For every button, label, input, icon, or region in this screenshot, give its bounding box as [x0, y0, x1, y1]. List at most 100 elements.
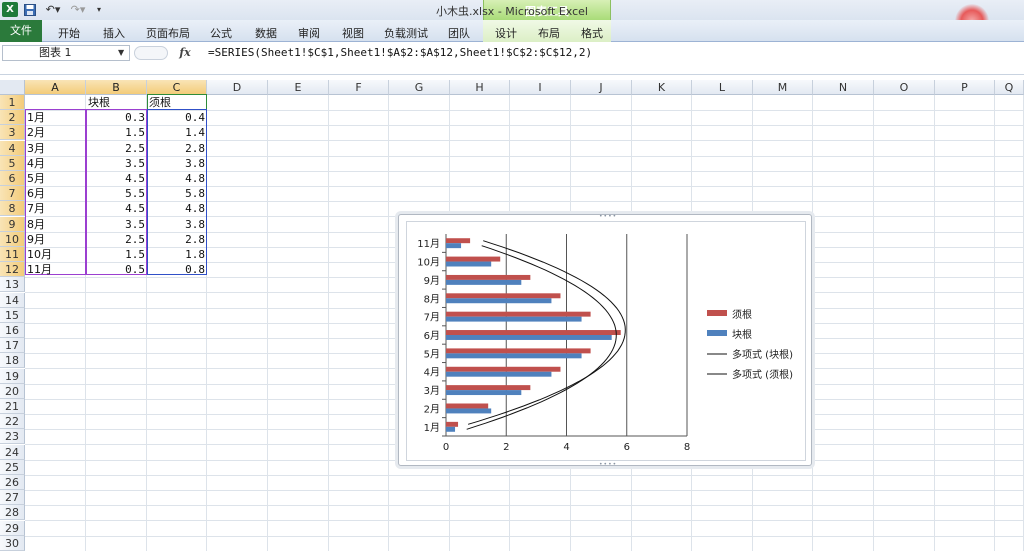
tab-layout[interactable]: 布局 [538, 25, 560, 41]
column-header-c[interactable]: C [147, 80, 207, 95]
column-header-k[interactable]: K [632, 80, 692, 95]
cell-b1[interactable]: 块根 [88, 95, 110, 110]
cell-c11[interactable]: 1.8 [147, 247, 207, 262]
row-header-19[interactable]: 19 [0, 368, 25, 384]
column-header-q[interactable]: Q [995, 80, 1024, 95]
cell-b12[interactable]: 0.5 [86, 262, 147, 277]
cell-b8[interactable]: 4.5 [86, 201, 147, 216]
cell-a5[interactable]: 4月 [27, 156, 84, 171]
column-header-o[interactable]: O [874, 80, 935, 95]
resize-handle-top[interactable]: •••• [599, 213, 617, 220]
tab-home[interactable]: 开始 [58, 25, 80, 41]
cell-c9[interactable]: 3.8 [147, 217, 207, 232]
row-header-13[interactable]: 13 [0, 277, 25, 293]
row-header-29[interactable]: 29 [0, 520, 25, 536]
row-header-27[interactable]: 27 [0, 490, 25, 506]
insert-function-button[interactable]: fx [176, 45, 194, 61]
cell-a4[interactable]: 3月 [27, 141, 84, 156]
cell-a7[interactable]: 6月 [27, 186, 84, 201]
tab-insert[interactable]: 插入 [103, 25, 125, 41]
select-all-button[interactable] [0, 80, 25, 95]
row-header-25[interactable]: 25 [0, 459, 25, 475]
row-header-4[interactable]: 4 [0, 140, 25, 156]
tab-review[interactable]: 审阅 [298, 25, 320, 41]
cell-c5[interactable]: 3.8 [147, 156, 207, 171]
row-header-3[interactable]: 3 [0, 125, 25, 141]
row-header-20[interactable]: 20 [0, 383, 25, 399]
bar-chart[interactable]: 0 2 4 6 8 1月 2月 3月 4月 5月 6月 7月 8月 9月 10月 11月须根块根多项式 (块根… [407, 222, 805, 460]
row-header-12[interactable]: 12 [0, 262, 25, 278]
tab-data[interactable]: 数据 [255, 25, 277, 41]
row-header-24[interactable]: 24 [0, 444, 25, 460]
column-header-m[interactable]: M [753, 80, 813, 95]
cell-a12[interactable]: 11月 [27, 262, 84, 277]
row-header-28[interactable]: 28 [0, 505, 25, 521]
column-header-g[interactable]: G [389, 80, 450, 95]
cell-c3[interactable]: 1.4 [147, 125, 207, 140]
chart-object[interactable]: •••• •••• 0 2 4 6 8 1月 2月 3月 4月 5月 6月 7月 8月 9月 10月 11月须… [398, 213, 812, 468]
column-header-f[interactable]: F [329, 80, 389, 95]
cell-b10[interactable]: 2.5 [86, 232, 147, 247]
cell-b6[interactable]: 4.5 [86, 171, 147, 186]
column-header-h[interactable]: H [450, 80, 510, 95]
chevron-down-icon[interactable]: ▼ [118, 46, 128, 60]
cell-a8[interactable]: 7月 [27, 201, 84, 216]
column-header-i[interactable]: I [510, 80, 571, 95]
column-header-b[interactable]: B [86, 80, 147, 95]
cell-c8[interactable]: 4.8 [147, 201, 207, 216]
chart-area[interactable]: 0 2 4 6 8 1月 2月 3月 4月 5月 6月 7月 8月 9月 10月 11月 须根 块根 多项式 (块根… [406, 221, 806, 461]
formula-input[interactable]: =SERIES(Sheet1!$C$1,Sheet1!$A$2:$A$12,Sh… [208, 46, 592, 59]
row-header-18[interactable]: 18 [0, 353, 25, 369]
column-header-a[interactable]: A [25, 80, 86, 95]
row-header-14[interactable]: 14 [0, 292, 25, 308]
cell-b3[interactable]: 1.5 [86, 125, 147, 140]
row-header-23[interactable]: 23 [0, 429, 25, 445]
row-header-5[interactable]: 5 [0, 155, 25, 171]
name-box[interactable]: 图表 1 [2, 45, 130, 61]
row-header-11[interactable]: 11 [0, 247, 25, 262]
cell-c6[interactable]: 4.8 [147, 171, 207, 186]
cell-c7[interactable]: 5.8 [147, 186, 207, 201]
column-header-d[interactable]: D [207, 80, 268, 95]
cell-a3[interactable]: 2月 [27, 125, 84, 140]
tab-formulas[interactable]: 公式 [210, 25, 232, 41]
cell-a6[interactable]: 5月 [27, 171, 84, 186]
row-header-30[interactable]: 30 [0, 535, 25, 551]
column-header-l[interactable]: L [692, 80, 753, 95]
tab-format[interactable]: 格式 [581, 25, 603, 41]
row-header-8[interactable]: 8 [0, 201, 25, 217]
row-header-26[interactable]: 26 [0, 475, 25, 490]
tab-team[interactable]: 团队 [448, 25, 470, 41]
cell-c12[interactable]: 0.8 [147, 262, 207, 277]
cell-b9[interactable]: 3.5 [86, 217, 147, 232]
cell-a9[interactable]: 8月 [27, 217, 84, 232]
column-header-e[interactable]: E [268, 80, 329, 95]
cell-b2[interactable]: 0.3 [86, 110, 147, 125]
tab-file[interactable]: 文件 [0, 20, 42, 42]
row-header-22[interactable]: 22 [0, 414, 25, 430]
column-header-n[interactable]: N [813, 80, 874, 95]
cell-a10[interactable]: 9月 [27, 232, 84, 247]
column-header-j[interactable]: J [571, 80, 632, 95]
row-header-16[interactable]: 16 [0, 323, 25, 338]
row-header-7[interactable]: 7 [0, 186, 25, 202]
cell-b5[interactable]: 3.5 [86, 156, 147, 171]
tab-page-layout[interactable]: 页面布局 [146, 25, 190, 41]
column-header-p[interactable]: P [935, 80, 995, 95]
tab-load-test[interactable]: 负载测试 [384, 25, 428, 41]
tab-design[interactable]: 设计 [495, 25, 517, 41]
formula-expand-handle[interactable] [134, 46, 168, 60]
row-header-6[interactable]: 6 [0, 171, 25, 186]
cell-a11[interactable]: 10月 [27, 247, 84, 262]
row-header-17[interactable]: 17 [0, 338, 25, 354]
cell-b7[interactable]: 5.5 [86, 186, 147, 201]
cell-c10[interactable]: 2.8 [147, 232, 207, 247]
row-header-21[interactable]: 21 [0, 399, 25, 414]
resize-handle-bottom[interactable]: •••• [599, 461, 617, 468]
row-header-15[interactable]: 15 [0, 307, 25, 323]
tab-view[interactable]: 视图 [342, 25, 364, 41]
cell-c4[interactable]: 2.8 [147, 141, 207, 156]
cell-c1[interactable]: 须根 [149, 95, 171, 110]
row-header-1[interactable]: 1 [0, 95, 25, 110]
cell-c2[interactable]: 0.4 [147, 110, 207, 125]
